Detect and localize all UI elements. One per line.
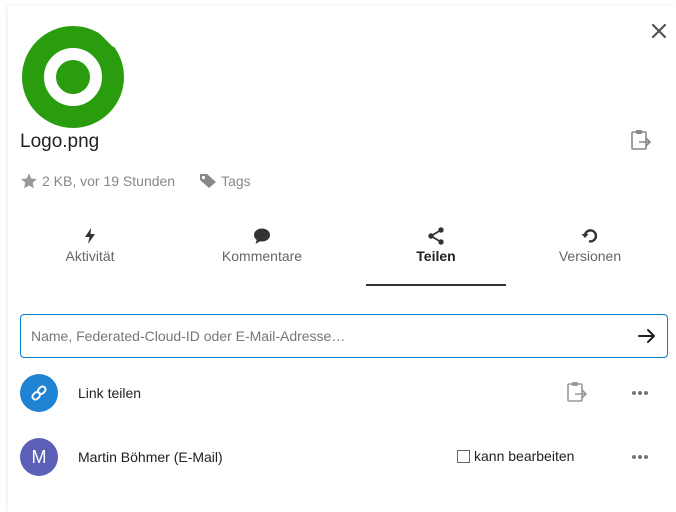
share-row-user: M Martin Böhmer (E-Mail) kann bearbeiten xyxy=(20,436,668,480)
permission-toggle[interactable]: kann bearbeiten xyxy=(457,448,574,464)
tab-activity[interactable]: Aktivität xyxy=(20,222,160,286)
clipboard-icon[interactable] xyxy=(630,128,652,152)
history-icon xyxy=(581,229,598,243)
avatar: M xyxy=(20,438,58,476)
lightning-icon xyxy=(85,228,95,244)
star-icon[interactable] xyxy=(20,172,38,190)
share-row-link: Link teilen xyxy=(20,372,668,416)
share-label: Martin Böhmer (E-Mail) xyxy=(78,449,223,465)
more-options-icon[interactable] xyxy=(626,385,654,401)
tab-comments[interactable]: Kommentare xyxy=(192,222,332,286)
more-options-icon[interactable] xyxy=(626,449,654,465)
tag-icon[interactable] xyxy=(199,173,217,189)
tab-label: Versionen xyxy=(558,248,622,264)
tags-link[interactable]: Tags xyxy=(221,173,251,189)
comment-icon xyxy=(254,228,270,244)
link-avatar xyxy=(20,374,58,412)
tab-label: Kommentare xyxy=(221,248,303,264)
active-tab-indicator xyxy=(366,284,506,286)
file-size-time: 2 KB, vor 19 Stunden xyxy=(42,173,176,189)
share-search-input[interactable] xyxy=(31,315,611,357)
tab-bar: Aktivität Kommentare Teilen Versionen xyxy=(20,222,670,286)
share-search-field xyxy=(20,314,668,358)
close-icon[interactable] xyxy=(648,20,670,42)
share-label[interactable]: Link teilen xyxy=(78,385,141,401)
arrow-right-icon[interactable] xyxy=(637,326,657,346)
clipboard-icon[interactable] xyxy=(566,380,588,404)
tab-versions[interactable]: Versionen xyxy=(520,222,660,286)
tab-label: Aktivität xyxy=(65,248,115,264)
file-meta: 2 KB, vor 19 Stunden Tags xyxy=(20,172,251,190)
file-name: Logo.png xyxy=(20,131,100,152)
file-preview-image xyxy=(22,21,127,128)
edit-permission-checkbox[interactable] xyxy=(457,449,470,463)
tab-label: Teilen xyxy=(416,248,456,264)
tab-sharing[interactable]: Teilen xyxy=(366,222,506,286)
permission-label: kann bearbeiten xyxy=(474,448,575,464)
link-icon xyxy=(31,385,47,401)
share-icon xyxy=(428,227,444,245)
